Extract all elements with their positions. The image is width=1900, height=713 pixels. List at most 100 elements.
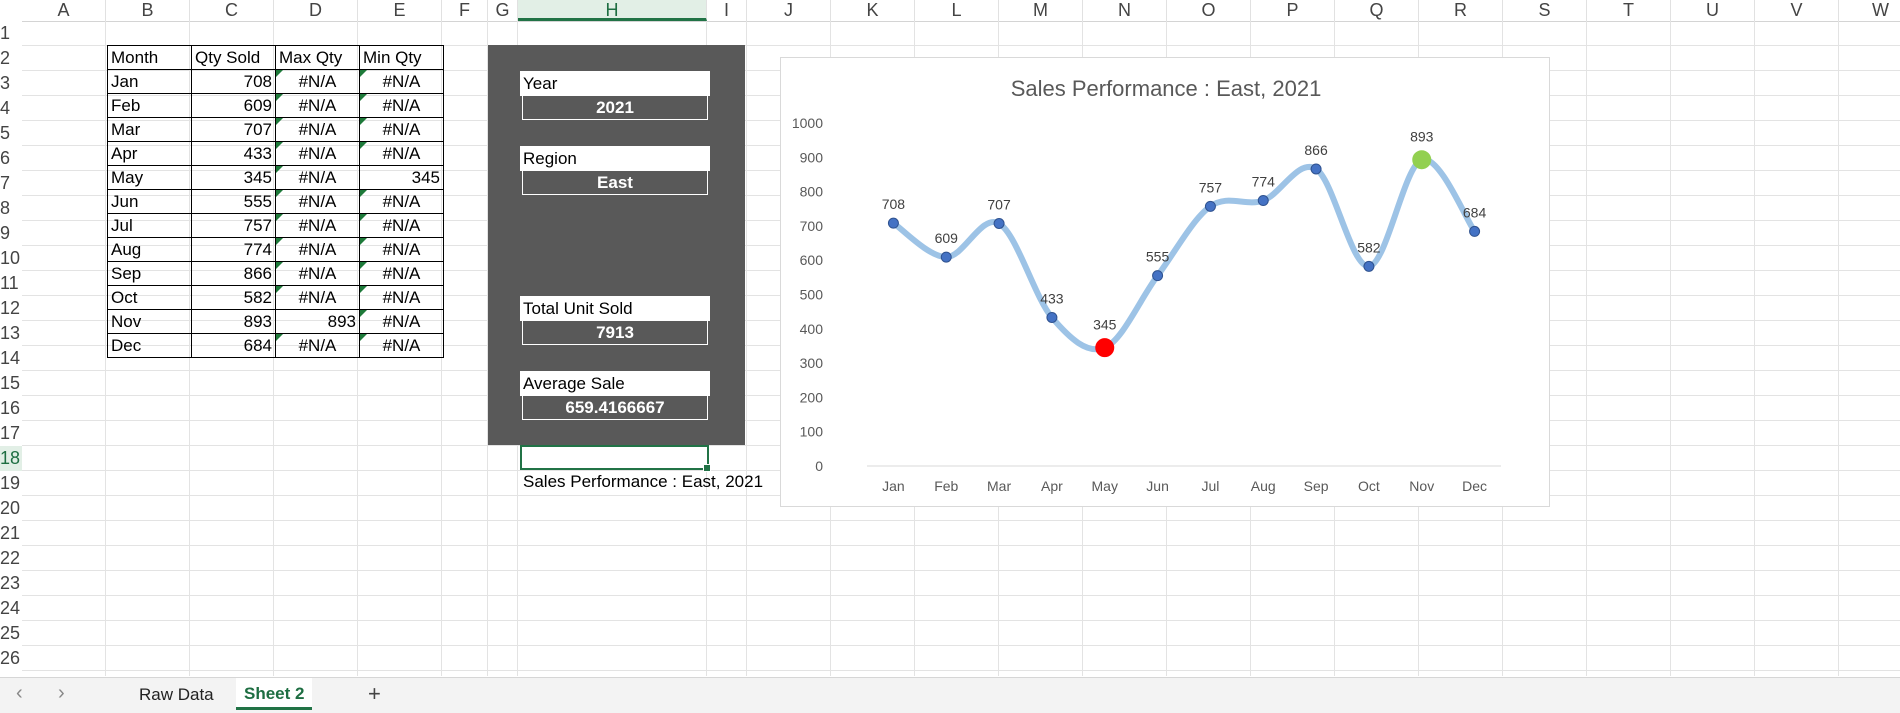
cell-qty-sold[interactable]: 555 [191,189,276,214]
selected-cell-h18[interactable] [520,445,711,472]
cell-qty-sold[interactable]: 866 [191,261,276,286]
cell-qty-sold[interactable]: 345 [191,165,276,190]
header-qty-sold[interactable]: Qty Sold [191,45,276,70]
row-header-19[interactable]: 19 [0,471,22,496]
row-header-13[interactable]: 13 [0,321,22,346]
cell-max-qty[interactable]: #N/A [275,261,360,286]
column-header-f[interactable]: F [442,0,488,21]
cell-qty-sold[interactable]: 609 [191,93,276,118]
cell-max-qty[interactable]: #N/A [275,69,360,94]
add-sheet-button[interactable]: + [368,681,381,707]
cell-max-qty[interactable]: #N/A [275,141,360,166]
row-header-17[interactable]: 17 [0,421,22,446]
cell-qty-sold[interactable]: 708 [191,69,276,94]
header-month[interactable]: Month [107,45,192,70]
cell-month[interactable]: Sep [107,261,192,286]
cell-min-qty[interactable]: #N/A [359,309,444,334]
cell-month[interactable]: Jun [107,189,192,214]
cell-month[interactable]: Apr [107,141,192,166]
header-min-qty[interactable]: Min Qty [359,45,444,70]
column-header-e[interactable]: E [358,0,442,21]
row-header-22[interactable]: 22 [0,546,22,571]
column-header-u[interactable]: U [1671,0,1755,21]
cell-month[interactable]: Feb [107,93,192,118]
column-header-l[interactable]: L [915,0,999,21]
column-header-n[interactable]: N [1083,0,1167,21]
total-units-value[interactable]: 7913 [522,321,708,345]
cell-month[interactable]: Nov [107,309,192,334]
sales-performance-chart[interactable]: Sales Performance : East, 2021 0 100 200 30… [780,57,1550,507]
row-header-15[interactable]: 15 [0,371,22,396]
row-header-3[interactable]: 3 [0,71,22,96]
cell-max-qty[interactable]: #N/A [275,333,360,358]
year-value[interactable]: 2021 [522,96,708,120]
row-header-26[interactable]: 26 [0,646,22,671]
header-max-qty[interactable]: Max Qty [275,45,360,70]
column-header-i[interactable]: I [707,0,747,21]
row-header-5[interactable]: 5 [0,121,22,146]
cell-qty-sold[interactable]: 893 [191,309,276,334]
cell-max-qty[interactable]: #N/A [275,93,360,118]
cell-qty-sold[interactable]: 582 [191,285,276,310]
cell-month[interactable]: Jul [107,213,192,238]
row-header-4[interactable]: 4 [0,96,22,121]
cell-min-qty[interactable]: #N/A [359,237,444,262]
row-header-16[interactable]: 16 [0,396,22,421]
column-header-o[interactable]: O [1167,0,1251,21]
column-header-g[interactable]: G [488,0,518,21]
cell-min-qty[interactable]: #N/A [359,213,444,238]
column-header-h[interactable]: H [518,0,707,21]
row-header-23[interactable]: 23 [0,571,22,596]
cell-month[interactable]: May [107,165,192,190]
row-header-8[interactable]: 8 [0,196,22,221]
column-header-r[interactable]: R [1419,0,1503,21]
row-header-18[interactable]: 18 [0,446,22,471]
cell-qty-sold[interactable]: 757 [191,213,276,238]
row-header-2[interactable]: 2 [0,46,22,71]
tab-sheet-2[interactable]: Sheet 2 [236,678,313,710]
prev-sheet-icon[interactable]: ‹ [16,682,23,705]
cell-min-qty[interactable]: #N/A [359,333,444,358]
cell-min-qty[interactable]: #N/A [359,189,444,214]
cell-month[interactable]: Aug [107,237,192,262]
column-header-j[interactable]: J [747,0,831,21]
cell-max-qty[interactable]: #N/A [275,117,360,142]
cell-max-qty[interactable]: #N/A [275,165,360,190]
column-header-q[interactable]: Q [1335,0,1419,21]
column-header-m[interactable]: M [999,0,1083,21]
column-header-d[interactable]: D [274,0,358,21]
row-header-14[interactable]: 14 [0,346,22,371]
column-header-b[interactable]: B [106,0,190,21]
row-header-1[interactable]: 1 [0,21,22,46]
cell-qty-sold[interactable]: 774 [191,237,276,262]
column-header-w[interactable]: W [1839,0,1900,21]
row-header-20[interactable]: 20 [0,496,22,521]
cell-qty-sold[interactable]: 433 [191,141,276,166]
row-header-25[interactable]: 25 [0,621,22,646]
cell-max-qty[interactable]: #N/A [275,285,360,310]
cell-month[interactable]: Dec [107,333,192,358]
row-header-7[interactable]: 7 [0,171,22,196]
column-header-s[interactable]: S [1503,0,1587,21]
column-header-t[interactable]: T [1587,0,1671,21]
row-header-12[interactable]: 12 [0,296,22,321]
cell-max-qty[interactable]: #N/A [275,189,360,214]
cell-min-qty[interactable]: #N/A [359,141,444,166]
row-header-10[interactable]: 10 [0,246,22,271]
next-sheet-icon[interactable]: › [58,682,65,705]
average-sale-value[interactable]: 659.4166667 [522,396,708,420]
cell-max-qty[interactable]: #N/A [275,213,360,238]
cell-min-qty[interactable]: #N/A [359,69,444,94]
cell-min-qty[interactable]: #N/A [359,285,444,310]
cell-month[interactable]: Mar [107,117,192,142]
column-header-v[interactable]: V [1755,0,1839,21]
cell-qty-sold[interactable]: 707 [191,117,276,142]
cell-month[interactable]: Jan [107,69,192,94]
column-header-a[interactable]: A [22,0,106,21]
column-header-c[interactable]: C [190,0,274,21]
column-header-k[interactable]: K [831,0,915,21]
column-header-p[interactable]: P [1251,0,1335,21]
row-header-9[interactable]: 9 [0,221,22,246]
row-header-11[interactable]: 11 [0,271,22,296]
tab-raw-data[interactable]: Raw Data [139,685,214,705]
